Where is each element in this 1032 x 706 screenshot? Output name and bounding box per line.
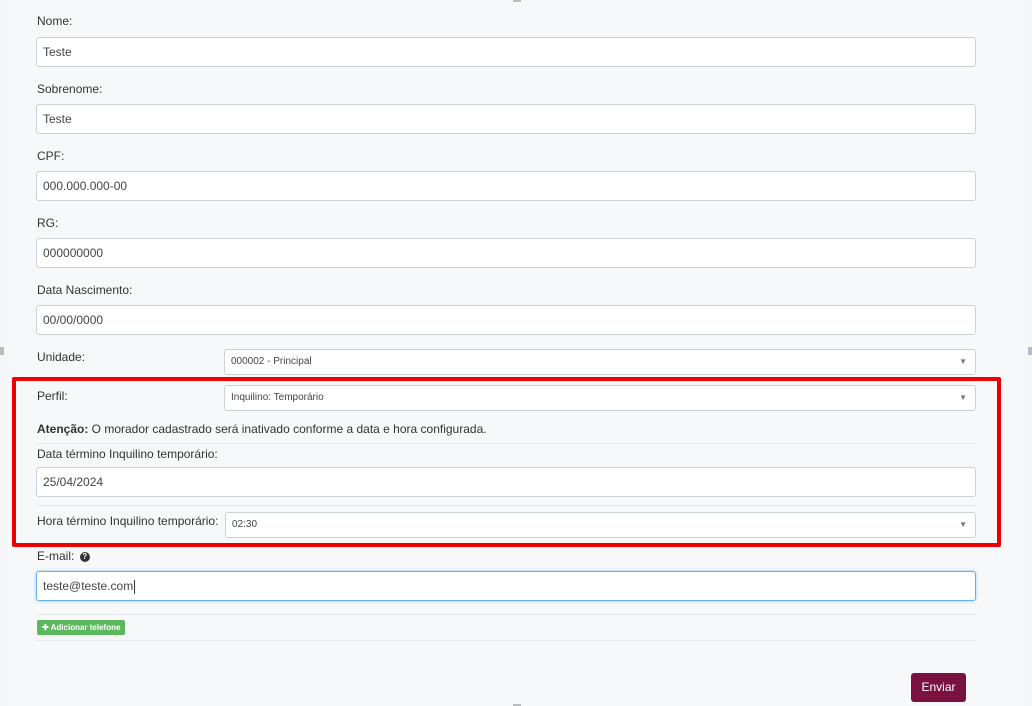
hora-termino-value: 02:30 bbox=[232, 519, 258, 530]
submit-button[interactable]: Enviar bbox=[911, 673, 966, 702]
attention-strong: Atenção: bbox=[37, 422, 89, 436]
rg-value: 000000000 bbox=[43, 246, 104, 260]
chevron-down-icon: ▼ bbox=[959, 357, 967, 366]
email-input[interactable]: teste@teste.com bbox=[36, 571, 976, 601]
resize-handle-right bbox=[1028, 347, 1032, 355]
cpf-value: 000.000.000-00 bbox=[43, 179, 128, 193]
data-nascimento-value: 00/00/0000 bbox=[43, 313, 104, 327]
perfil-select[interactable]: Inquilino: Temporário ▼ bbox=[224, 385, 976, 411]
question-circle-icon[interactable]: ? bbox=[79, 551, 90, 562]
add-phone-label: Adicionar telefone bbox=[50, 623, 121, 632]
cpf-label: CPF: bbox=[37, 149, 65, 163]
unidade-select[interactable]: 000002 - Principal ▼ bbox=[224, 349, 976, 375]
text-caret bbox=[134, 579, 136, 594]
data-nascimento-label: Data Nascimento: bbox=[37, 283, 133, 297]
attention-notice: Atenção: O morador cadastrado será inati… bbox=[37, 422, 487, 436]
divider bbox=[36, 640, 976, 641]
rg-label: RG: bbox=[37, 216, 59, 230]
divider bbox=[36, 614, 976, 615]
email-label: E-mail: bbox=[37, 549, 75, 563]
nome-input[interactable]: Teste bbox=[36, 37, 976, 67]
sobrenome-input[interactable]: Teste bbox=[36, 104, 976, 134]
sobrenome-value: Teste bbox=[43, 112, 72, 126]
perfil-value: Inquilino: Temporário bbox=[231, 392, 324, 403]
unidade-label: Unidade: bbox=[37, 350, 86, 364]
chevron-down-icon: ▼ bbox=[959, 520, 967, 529]
unidade-value: 000002 - Principal bbox=[231, 356, 312, 367]
nome-value: Teste bbox=[43, 45, 72, 59]
divider bbox=[36, 505, 976, 506]
add-phone-button[interactable]: ✚ Adicionar telefone bbox=[37, 620, 126, 635]
resize-handle-left bbox=[0, 347, 4, 355]
rg-input[interactable]: 000000000 bbox=[36, 238, 976, 268]
chevron-down-icon: ▼ bbox=[959, 393, 967, 402]
email-value: teste@teste.com bbox=[43, 579, 134, 593]
hora-termino-select[interactable]: 02:30 ▼ bbox=[225, 512, 976, 538]
hora-termino-label: Hora término Inquilino temporário: bbox=[37, 514, 219, 528]
data-nascimento-input[interactable]: 00/00/0000 bbox=[36, 305, 976, 335]
attention-text: O morador cadastrado será inativado conf… bbox=[88, 422, 487, 436]
data-termino-input[interactable]: 25/04/2024 bbox=[36, 467, 976, 497]
cpf-input[interactable]: 000.000.000-00 bbox=[36, 171, 976, 201]
perfil-label: Perfil: bbox=[37, 389, 68, 403]
data-termino-label: Data término Inquilino temporário: bbox=[37, 447, 218, 461]
resize-handle-top bbox=[513, 0, 521, 2]
data-termino-value: 25/04/2024 bbox=[43, 475, 104, 489]
nome-label: Nome: bbox=[37, 14, 73, 28]
email-label-wrap: E-mail: ? bbox=[37, 549, 90, 563]
sobrenome-label: Sobrenome: bbox=[37, 82, 103, 96]
plus-icon: ✚ bbox=[42, 623, 49, 632]
divider bbox=[36, 443, 976, 444]
